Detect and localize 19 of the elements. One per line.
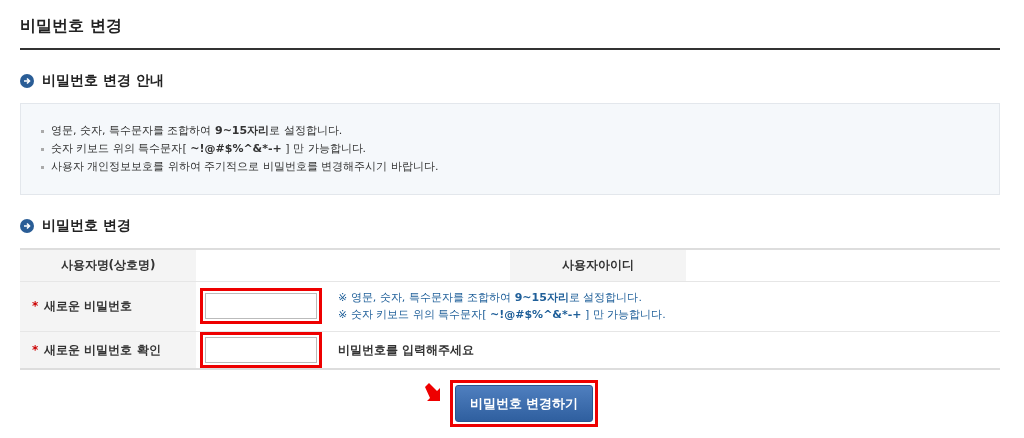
bullet-icon — [41, 129, 44, 133]
guide-text: 사용자 개인정보보호를 위하여 주기적으로 비밀번호를 변경해주시기 바랍니다. — [51, 159, 439, 175]
required-mark: * — [32, 299, 39, 313]
field-label: 새로운 비밀번호 — [44, 299, 133, 313]
bullet-icon — [41, 147, 44, 151]
required-mark: * — [32, 342, 39, 357]
hint-text: ※ 숫자 키보드 위의 특수문자[ ~!@#$%^&*-+ ] 만 가능합니다. — [338, 307, 666, 323]
guide-text: 숫자 키보드 위의 특수문자[ ~!@#$%^&*-+ ] 만 가능합니다. — [51, 141, 367, 157]
field-label: 사용자아이디 — [561, 258, 634, 273]
field-label: 사용자명(상호명) — [60, 258, 156, 273]
section-heading: 비밀번호 변경 — [42, 216, 131, 235]
page-title: 비밀번호 변경 — [20, 0, 1000, 50]
section-heading: 비밀번호 변경 안내 — [42, 71, 164, 90]
validation-message: 비밀번호를 입력해주세요 — [338, 341, 475, 359]
field-label: 새로운 비밀번호 확인 — [44, 342, 161, 357]
bullet-icon — [41, 165, 44, 169]
guide-text: 영문, 숫자, 특수문자를 조합하여 9~15자리로 설정합니다. — [51, 123, 343, 139]
hint-text: ※ 영문, 숫자, 특수문자를 조합하여 9~15자리로 설정합니다. — [338, 290, 643, 306]
submit-button[interactable]: 비밀번호 변경하기 — [454, 384, 594, 422]
